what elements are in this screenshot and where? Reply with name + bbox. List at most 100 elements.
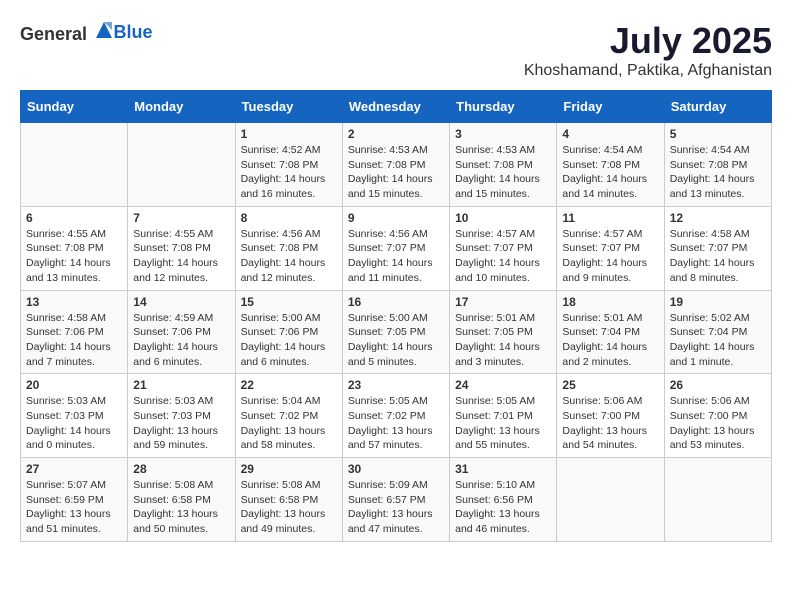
header-day-saturday: Saturday	[664, 91, 771, 123]
day-number: 20	[26, 378, 122, 392]
day-info: Sunrise: 5:08 AM Sunset: 6:58 PM Dayligh…	[133, 478, 229, 537]
calendar-cell	[21, 123, 128, 207]
calendar-cell: 28 Sunrise: 5:08 AM Sunset: 6:58 PM Dayli…	[128, 458, 235, 542]
logo-icon	[94, 20, 114, 40]
week-row-3: 13 Sunrise: 4:58 AM Sunset: 7:06 PM Dayli…	[21, 290, 772, 374]
calendar-cell: 22 Sunrise: 5:04 AM Sunset: 7:02 PM Dayli…	[235, 374, 342, 458]
day-number: 7	[133, 211, 229, 225]
calendar-cell: 5 Sunrise: 4:54 AM Sunset: 7:08 PM Daylig…	[664, 123, 771, 207]
day-info: Sunrise: 5:00 AM Sunset: 7:06 PM Dayligh…	[241, 311, 337, 370]
calendar-cell: 21 Sunrise: 5:03 AM Sunset: 7:03 PM Dayli…	[128, 374, 235, 458]
day-number: 18	[562, 295, 658, 309]
day-number: 6	[26, 211, 122, 225]
calendar-cell: 29Sunrise: 5:08 AM Sunset: 6:58 PM Dayli…	[235, 458, 342, 542]
day-number: 8	[241, 211, 337, 225]
title-block: July 2025 Khoshamand, Paktika, Afghanist…	[524, 20, 772, 80]
logo: General Blue	[20, 20, 153, 45]
day-info: Sunrise: 4:55 AM Sunset: 7:08 PM Dayligh…	[133, 227, 229, 286]
calendar-cell	[664, 458, 771, 542]
calendar-header: SundayMondayTuesdayWednesdayThursdayFrid…	[21, 91, 772, 123]
calendar-cell: 18Sunrise: 5:01 AM Sunset: 7:04 PM Dayli…	[557, 290, 664, 374]
calendar-cell: 27Sunrise: 5:07 AM Sunset: 6:59 PM Dayli…	[21, 458, 128, 542]
week-row-2: 6 Sunrise: 4:55 AM Sunset: 7:08 PM Daylig…	[21, 206, 772, 290]
header-day-thursday: Thursday	[450, 91, 557, 123]
month-title: July 2025	[524, 20, 772, 62]
day-info: Sunrise: 5:00 AM Sunset: 7:05 PM Dayligh…	[348, 311, 444, 370]
day-number: 28	[133, 462, 229, 476]
calendar-cell: 20 Sunrise: 5:03 AM Sunset: 7:03 PM Dayli…	[21, 374, 128, 458]
day-info: Sunrise: 4:58 AM Sunset: 7:06 PM Dayligh…	[26, 311, 122, 370]
day-number: 13	[26, 295, 122, 309]
day-info: Sunrise: 5:05 AM Sunset: 7:01 PM Dayligh…	[455, 394, 551, 453]
calendar-cell: 2 Sunrise: 4:53 AM Sunset: 7:08 PM Daylig…	[342, 123, 449, 207]
calendar-cell	[557, 458, 664, 542]
day-info: Sunrise: 5:09 AM Sunset: 6:57 PM Dayligh…	[348, 478, 444, 537]
day-number: 12	[670, 211, 766, 225]
day-number: 11	[562, 211, 658, 225]
header-day-friday: Friday	[557, 91, 664, 123]
day-number: 26	[670, 378, 766, 392]
week-row-5: 27Sunrise: 5:07 AM Sunset: 6:59 PM Dayli…	[21, 458, 772, 542]
day-number: 23	[348, 378, 444, 392]
day-info: Sunrise: 5:06 AM Sunset: 7:00 PM Dayligh…	[670, 394, 766, 453]
calendar-cell: 17Sunrise: 5:01 AM Sunset: 7:05 PM Dayli…	[450, 290, 557, 374]
day-number: 2	[348, 127, 444, 141]
day-info: Sunrise: 4:57 AM Sunset: 7:07 PM Dayligh…	[562, 227, 658, 286]
calendar-cell: 23 Sunrise: 5:05 AM Sunset: 7:02 PM Dayli…	[342, 374, 449, 458]
day-info: Sunrise: 4:59 AM Sunset: 7:06 PM Dayligh…	[133, 311, 229, 370]
logo-blue: Blue	[114, 22, 153, 42]
calendar-cell: 13 Sunrise: 4:58 AM Sunset: 7:06 PM Dayli…	[21, 290, 128, 374]
day-info: Sunrise: 4:56 AM Sunset: 7:07 PM Dayligh…	[348, 227, 444, 286]
day-info: Sunrise: 4:57 AM Sunset: 7:07 PM Dayligh…	[455, 227, 551, 286]
week-row-4: 20 Sunrise: 5:03 AM Sunset: 7:03 PM Dayli…	[21, 374, 772, 458]
day-number: 5	[670, 127, 766, 141]
day-info: Sunrise: 4:58 AM Sunset: 7:07 PM Dayligh…	[670, 227, 766, 286]
header-row: SundayMondayTuesdayWednesdayThursdayFrid…	[21, 91, 772, 123]
day-number: 9	[348, 211, 444, 225]
day-info: Sunrise: 5:01 AM Sunset: 7:05 PM Dayligh…	[455, 311, 551, 370]
day-info: Sunrise: 5:03 AM Sunset: 7:03 PM Dayligh…	[133, 394, 229, 453]
day-info: Sunrise: 5:02 AM Sunset: 7:04 PM Dayligh…	[670, 311, 766, 370]
day-info: Sunrise: 4:53 AM Sunset: 7:08 PM Dayligh…	[348, 143, 444, 202]
day-info: Sunrise: 5:04 AM Sunset: 7:02 PM Dayligh…	[241, 394, 337, 453]
calendar-body: 1Sunrise: 4:52 AM Sunset: 7:08 PM Daylig…	[21, 123, 772, 542]
day-number: 15	[241, 295, 337, 309]
day-number: 27	[26, 462, 122, 476]
day-number: 22	[241, 378, 337, 392]
calendar-cell: 14Sunrise: 4:59 AM Sunset: 7:06 PM Dayli…	[128, 290, 235, 374]
calendar-cell: 15 Sunrise: 5:00 AM Sunset: 7:06 PM Dayli…	[235, 290, 342, 374]
day-number: 31	[455, 462, 551, 476]
header-day-sunday: Sunday	[21, 91, 128, 123]
day-info: Sunrise: 4:52 AM Sunset: 7:08 PM Dayligh…	[241, 143, 337, 202]
day-number: 24	[455, 378, 551, 392]
calendar-cell	[128, 123, 235, 207]
calendar-cell: 30Sunrise: 5:09 AM Sunset: 6:57 PM Dayli…	[342, 458, 449, 542]
day-info: Sunrise: 5:05 AM Sunset: 7:02 PM Dayligh…	[348, 394, 444, 453]
calendar-cell: 10 Sunrise: 4:57 AM Sunset: 7:07 PM Dayli…	[450, 206, 557, 290]
page-header: General Blue July 2025 Khoshamand, Pakti…	[20, 20, 772, 80]
calendar-cell: 9 Sunrise: 4:56 AM Sunset: 7:07 PM Daylig…	[342, 206, 449, 290]
day-info: Sunrise: 5:10 AM Sunset: 6:56 PM Dayligh…	[455, 478, 551, 537]
day-number: 16	[348, 295, 444, 309]
day-info: Sunrise: 4:54 AM Sunset: 7:08 PM Dayligh…	[562, 143, 658, 202]
day-info: Sunrise: 5:03 AM Sunset: 7:03 PM Dayligh…	[26, 394, 122, 453]
day-number: 10	[455, 211, 551, 225]
day-info: Sunrise: 4:56 AM Sunset: 7:08 PM Dayligh…	[241, 227, 337, 286]
header-day-monday: Monday	[128, 91, 235, 123]
header-day-wednesday: Wednesday	[342, 91, 449, 123]
day-info: Sunrise: 4:54 AM Sunset: 7:08 PM Dayligh…	[670, 143, 766, 202]
calendar-cell: 11 Sunrise: 4:57 AM Sunset: 7:07 PM Dayli…	[557, 206, 664, 290]
day-number: 25	[562, 378, 658, 392]
calendar-cell: 12 Sunrise: 4:58 AM Sunset: 7:07 PM Dayli…	[664, 206, 771, 290]
day-number: 3	[455, 127, 551, 141]
day-info: Sunrise: 4:55 AM Sunset: 7:08 PM Dayligh…	[26, 227, 122, 286]
location-title: Khoshamand, Paktika, Afghanistan	[524, 62, 772, 80]
calendar-cell: 31 Sunrise: 5:10 AM Sunset: 6:56 PM Dayli…	[450, 458, 557, 542]
day-number: 19	[670, 295, 766, 309]
week-row-1: 1Sunrise: 4:52 AM Sunset: 7:08 PM Daylig…	[21, 123, 772, 207]
calendar-cell: 8 Sunrise: 4:56 AM Sunset: 7:08 PM Daylig…	[235, 206, 342, 290]
header-day-tuesday: Tuesday	[235, 91, 342, 123]
calendar-cell: 7 Sunrise: 4:55 AM Sunset: 7:08 PM Daylig…	[128, 206, 235, 290]
calendar-cell: 4Sunrise: 4:54 AM Sunset: 7:08 PM Daylig…	[557, 123, 664, 207]
day-number: 21	[133, 378, 229, 392]
